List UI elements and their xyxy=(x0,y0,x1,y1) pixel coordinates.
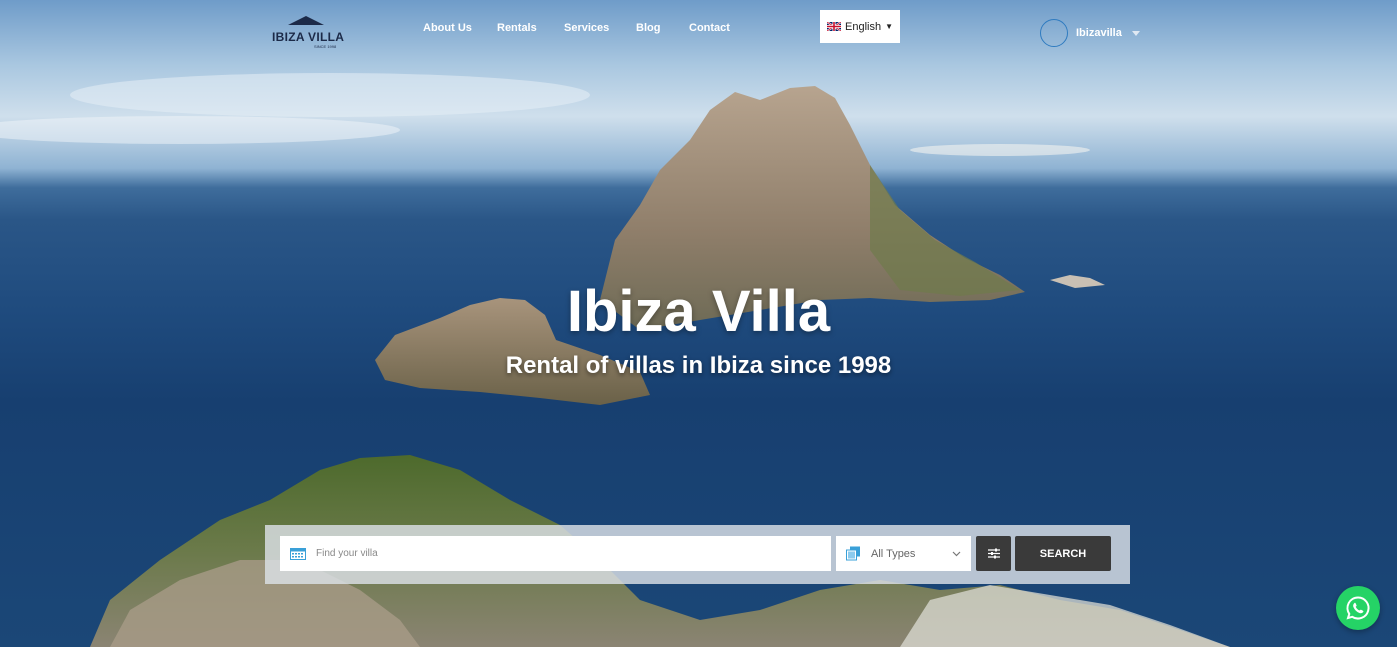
nav-item-about-us[interactable]: About Us xyxy=(423,22,472,34)
user-name: Ibizavilla xyxy=(1076,27,1122,39)
type-select[interactable]: All Types xyxy=(836,536,971,571)
type-select-value: All Types xyxy=(871,547,916,560)
copy-icon xyxy=(846,546,860,561)
logo-roof-icon xyxy=(288,16,324,25)
nav-item-services[interactable]: Services xyxy=(564,22,609,34)
uk-flag-icon xyxy=(827,22,841,31)
sliders-icon xyxy=(987,548,1000,559)
chevron-down-icon xyxy=(952,551,961,556)
hero-title: Ibiza Villa xyxy=(566,279,831,344)
nav-item-blog[interactable]: Blog xyxy=(636,22,660,34)
filters-button[interactable] xyxy=(976,536,1011,571)
site-logo[interactable]: IBIZA VILLA SINCE 1998 xyxy=(270,14,345,50)
search-input[interactable] xyxy=(314,547,798,560)
nav-item-contact[interactable]: Contact xyxy=(689,22,730,34)
caret-down-icon: ▼ xyxy=(885,22,893,31)
search-bar: All Types SEARCH xyxy=(265,525,1130,584)
nav-item-rentals[interactable]: Rentals xyxy=(497,22,537,34)
hero-section: IBIZA VILLA SINCE 1998 About Us Rentals … xyxy=(0,0,1397,647)
user-menu[interactable]: Ibizavilla xyxy=(1040,18,1140,48)
language-label: English xyxy=(845,20,882,33)
calendar-icon xyxy=(290,547,306,560)
caret-down-icon xyxy=(1131,30,1140,36)
language-selector[interactable]: English ▼ xyxy=(820,10,900,43)
search-button[interactable]: SEARCH xyxy=(1015,536,1111,571)
villa-search-field[interactable] xyxy=(280,536,831,571)
hero-subtitle: Rental of villas in Ibiza since 1998 xyxy=(505,352,892,379)
avatar xyxy=(1040,19,1068,47)
whatsapp-button[interactable] xyxy=(1336,586,1380,630)
whatsapp-icon xyxy=(1346,596,1370,620)
logo-text: IBIZA VILLA xyxy=(272,30,345,44)
logo-subtext: SINCE 1998 xyxy=(314,44,337,49)
